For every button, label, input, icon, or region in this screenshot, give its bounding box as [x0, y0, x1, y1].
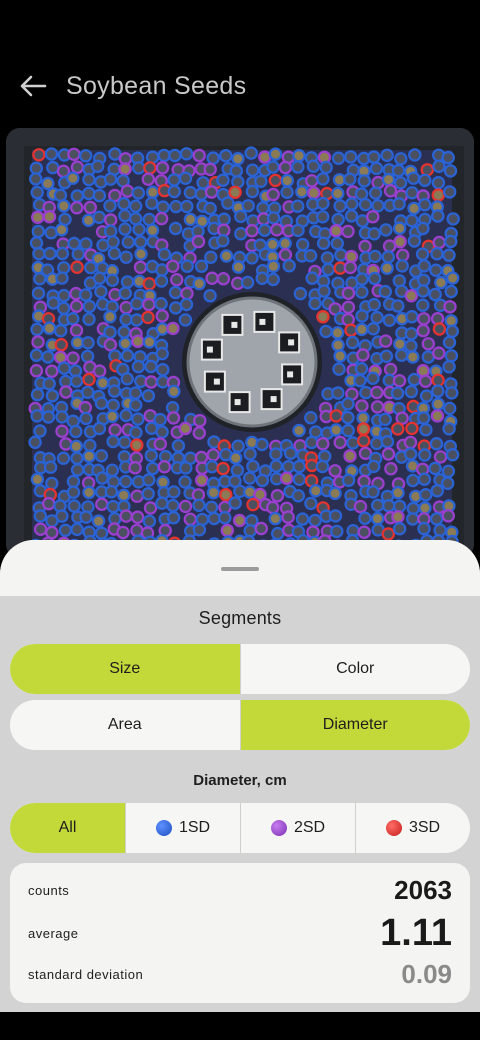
segment-type-toggle: Size Color — [10, 644, 470, 694]
sheet-header — [0, 540, 480, 596]
average-value: 1.11 — [380, 911, 452, 954]
purple-dot-icon — [270, 820, 287, 836]
filter-2sd-button[interactable]: 2SD — [240, 803, 355, 853]
diameter-option-button[interactable]: Diameter — [239, 700, 470, 750]
blue-dot-icon — [155, 820, 172, 836]
counts-label: counts — [28, 882, 70, 898]
filter-1sd-button[interactable]: 1SD — [125, 803, 240, 853]
metric-toggle: Area Diameter — [10, 700, 470, 750]
filter-all-label: All — [58, 819, 77, 836]
average-label: average — [28, 925, 79, 941]
counts-value: 2063 — [394, 874, 452, 905]
sd-row: standard deviation 0.09 — [28, 959, 452, 989]
calibration-marker — [182, 292, 322, 432]
deviation-filter: All 1SD 2SD 3SD — [10, 803, 470, 853]
filter-3sd-label: 3SD — [408, 819, 441, 836]
segments-title: Segments — [198, 608, 282, 628]
sd-value: 0.09 — [401, 958, 452, 989]
app-screen: Soybean Seeds Segments Size Color Area D… — [0, 0, 480, 1040]
metric-label: Diameter, cm — [193, 772, 287, 789]
counts-row: counts 2063 — [28, 875, 452, 905]
top-bar: Soybean Seeds — [0, 60, 480, 112]
color-option-button[interactable]: Color — [239, 644, 471, 694]
seed-detection-image[interactable] — [6, 128, 474, 558]
filter-2sd-label: 2SD — [293, 819, 326, 836]
sd-label: standard deviation — [28, 966, 144, 982]
segments-bottom-sheet: Segments Size Color Area Diameter Diamet… — [0, 540, 480, 1012]
filter-1sd-label: 1SD — [178, 819, 211, 836]
drag-handle[interactable] — [221, 567, 259, 571]
filter-all-button[interactable]: All — [10, 803, 125, 853]
area-option-button[interactable]: Area — [10, 700, 240, 750]
red-dot-icon — [385, 820, 402, 836]
average-row: average 1.11 — [28, 911, 452, 955]
back-arrow-icon[interactable] — [18, 71, 48, 101]
statistics-card: counts 2063 average 1.11 standard deviat… — [10, 863, 470, 1003]
filter-3sd-button[interactable]: 3SD — [355, 803, 470, 853]
page-title: Soybean Seeds — [66, 71, 247, 100]
size-option-button[interactable]: Size — [10, 644, 240, 694]
